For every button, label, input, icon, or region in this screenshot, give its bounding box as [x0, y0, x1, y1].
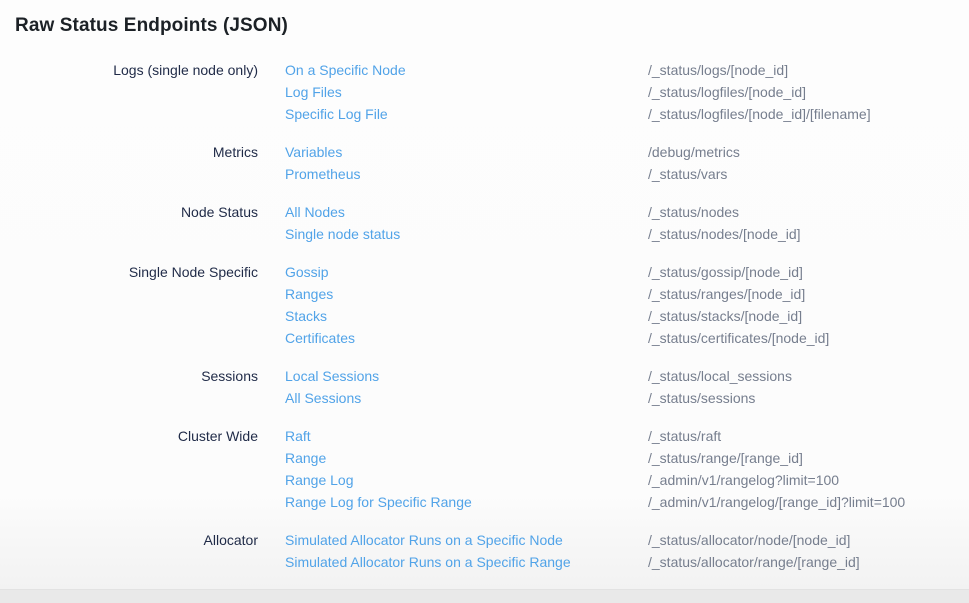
endpoint-paths-column: /_status/nodes /_status/nodes/[node_id]: [648, 201, 801, 245]
endpoint-link[interactable]: Local Sessions: [285, 365, 379, 387]
endpoint-link[interactable]: Log Files: [285, 81, 342, 103]
endpoint-links-column: Local Sessions All Sessions: [285, 365, 648, 409]
endpoint-group-logs: Logs (single node only) On a Specific No…: [0, 59, 969, 125]
endpoint-link[interactable]: Range Log for Specific Range: [285, 491, 472, 513]
group-category-label: Single Node Specific: [0, 261, 258, 283]
group-category-label: Node Status: [0, 201, 258, 223]
endpoint-paths-column: /_status/allocator/node/[node_id] /_stat…: [648, 529, 860, 573]
endpoint-link[interactable]: Raft: [285, 425, 311, 447]
endpoint-group-node-status: Node Status All Nodes Single node status…: [0, 201, 969, 245]
endpoint-path: /_status/raft: [648, 425, 905, 447]
endpoint-path: /_status/logfiles/[node_id]: [648, 81, 871, 103]
endpoint-path: /_status/range/[range_id]: [648, 447, 905, 469]
endpoint-group-cluster-wide: Cluster Wide Raft Range Range Log Range …: [0, 425, 969, 513]
endpoint-link[interactable]: Simulated Allocator Runs on a Specific N…: [285, 529, 563, 551]
endpoint-groups: Logs (single node only) On a Specific No…: [0, 59, 969, 573]
endpoint-path: /_admin/v1/rangelog?limit=100: [648, 469, 905, 491]
endpoint-paths-column: /_status/logs/[node_id] /_status/logfile…: [648, 59, 871, 125]
endpoint-link[interactable]: Prometheus: [285, 163, 360, 185]
endpoint-path: /_status/allocator/node/[node_id]: [648, 529, 860, 551]
group-category-label: Sessions: [0, 365, 258, 387]
endpoint-link[interactable]: Range Log: [285, 469, 354, 491]
endpoint-link[interactable]: Certificates: [285, 327, 355, 349]
endpoint-path: /_status/gossip/[node_id]: [648, 261, 829, 283]
endpoint-path: /_status/nodes: [648, 201, 801, 223]
endpoint-path: /_status/sessions: [648, 387, 792, 409]
endpoint-path: /_status/nodes/[node_id]: [648, 223, 801, 245]
page-title: Raw Status Endpoints (JSON): [15, 15, 969, 37]
group-category-label: Metrics: [0, 141, 258, 163]
endpoint-link[interactable]: Single node status: [285, 223, 400, 245]
endpoint-path: /_status/stacks/[node_id]: [648, 305, 829, 327]
endpoint-group-single-node-specific: Single Node Specific Gossip Ranges Stack…: [0, 261, 969, 349]
endpoint-path: /_status/local_sessions: [648, 365, 792, 387]
endpoint-paths-column: /_status/raft /_status/range/[range_id] …: [648, 425, 905, 513]
endpoint-path: /_status/ranges/[node_id]: [648, 283, 829, 305]
endpoint-link[interactable]: Gossip: [285, 261, 329, 283]
endpoint-path: /_status/certificates/[node_id]: [648, 327, 829, 349]
endpoint-links-column: Raft Range Range Log Range Log for Speci…: [285, 425, 648, 513]
endpoint-link[interactable]: Variables: [285, 141, 342, 163]
section-divider: [0, 589, 969, 603]
endpoint-links-column: Variables Prometheus: [285, 141, 648, 185]
group-category-label: Logs (single node only): [0, 59, 258, 81]
endpoint-link[interactable]: Ranges: [285, 283, 333, 305]
group-category-label: Allocator: [0, 529, 258, 551]
endpoint-path: /_admin/v1/rangelog/[range_id]?limit=100: [648, 491, 905, 513]
endpoint-link[interactable]: All Nodes: [285, 201, 345, 223]
endpoint-paths-column: /_status/gossip/[node_id] /_status/range…: [648, 261, 829, 349]
endpoint-link[interactable]: Range: [285, 447, 326, 469]
group-category-label: Cluster Wide: [0, 425, 258, 447]
endpoint-links-column: On a Specific Node Log Files Specific Lo…: [285, 59, 648, 125]
endpoint-link[interactable]: All Sessions: [285, 387, 361, 409]
endpoint-paths-column: /_status/local_sessions /_status/session…: [648, 365, 792, 409]
endpoint-path: /_status/vars: [648, 163, 740, 185]
endpoint-link[interactable]: Simulated Allocator Runs on a Specific R…: [285, 551, 571, 573]
endpoint-links-column: Simulated Allocator Runs on a Specific N…: [285, 529, 648, 573]
raw-status-endpoints-panel: Raw Status Endpoints (JSON) Logs (single…: [0, 0, 969, 573]
endpoint-links-column: Gossip Ranges Stacks Certificates: [285, 261, 648, 349]
endpoint-link[interactable]: On a Specific Node: [285, 59, 406, 81]
endpoint-link[interactable]: Specific Log File: [285, 103, 388, 125]
endpoint-path: /_status/logfiles/[node_id]/[filename]: [648, 103, 871, 125]
endpoint-path: /debug/metrics: [648, 141, 740, 163]
endpoint-group-metrics: Metrics Variables Prometheus /debug/metr…: [0, 141, 969, 185]
endpoint-path: /_status/logs/[node_id]: [648, 59, 871, 81]
endpoint-paths-column: /debug/metrics /_status/vars: [648, 141, 740, 185]
endpoint-group-allocator: Allocator Simulated Allocator Runs on a …: [0, 529, 969, 573]
endpoint-link[interactable]: Stacks: [285, 305, 327, 327]
endpoint-links-column: All Nodes Single node status: [285, 201, 648, 245]
endpoint-path: /_status/allocator/range/[range_id]: [648, 551, 860, 573]
endpoint-group-sessions: Sessions Local Sessions All Sessions /_s…: [0, 365, 969, 409]
